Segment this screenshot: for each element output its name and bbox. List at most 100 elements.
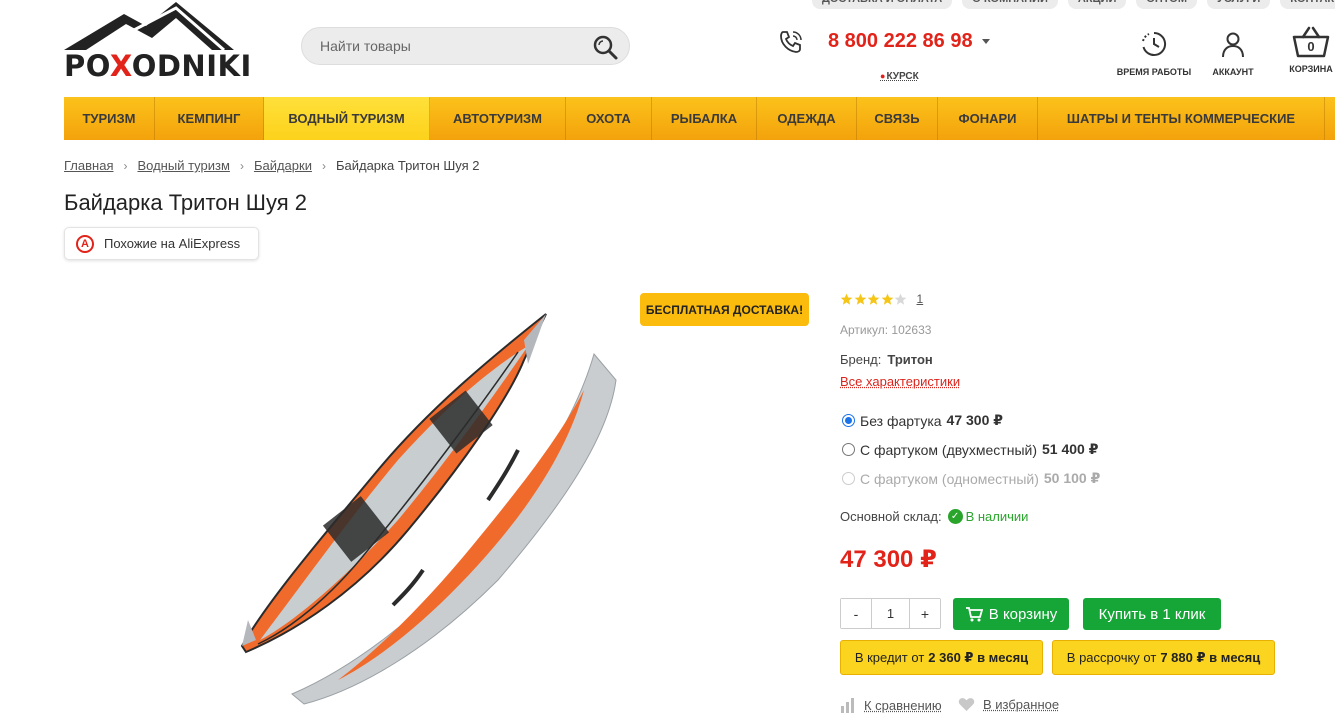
page-title: Байдарка Тритон Шуя 2	[64, 190, 307, 215]
star-empty-icon	[894, 293, 907, 305]
free-delivery-badge: БЕСПЛАТНАЯ ДОСТАВКА!	[640, 293, 809, 326]
heart-icon	[958, 698, 975, 711]
cart-label: КОРЗИНА	[1289, 64, 1333, 74]
favorite-label: В избранное	[983, 697, 1060, 712]
chevron-right-icon: ›	[239, 158, 244, 173]
aliexpress-icon: A	[76, 234, 94, 253]
account-label: АККАУНТ	[1212, 67, 1254, 77]
option-label: С фартуком (одноместный)	[860, 470, 1039, 487]
buy-one-click-button[interactable]: Купить в 1 клик	[1083, 598, 1221, 630]
work-hours-label: ВРЕМЯ РАБОТЫ	[1116, 67, 1192, 77]
qty-minus-button[interactable]: -	[841, 599, 871, 628]
installment-button[interactable]: В рассрочку от 7 880 ₽ в месяц	[1052, 640, 1275, 675]
check-circle-icon: ✓	[947, 509, 963, 524]
nav-item-water-tourism[interactable]: ВОДНЫЙ ТУРИЗМ	[264, 97, 430, 140]
city-selector[interactable]: ●КУРСК	[880, 71, 919, 82]
quantity-stepper: - +	[840, 598, 941, 629]
mountains-logo-icon	[64, 2, 234, 52]
compare-bars-icon	[841, 698, 854, 713]
product-price: 47 300 ₽	[840, 546, 937, 573]
qty-input[interactable]	[871, 599, 910, 628]
top-link-about[interactable]: О КОМПАНИИ	[962, 0, 1058, 9]
installment-label: В рассрочку от	[1066, 650, 1157, 665]
star-filled-icon	[881, 293, 893, 305]
aliexpress-similar-button[interactable]: A Похожие на AliExpress	[64, 227, 259, 260]
star-filled-icon	[854, 293, 866, 305]
breadcrumb-link-home[interactable]: Главная	[64, 158, 113, 173]
compare-label: К сравнению	[864, 697, 942, 713]
chevron-right-icon: ›	[123, 158, 128, 173]
aliexpress-label: Похожие на AliExpress	[104, 236, 241, 251]
credit-button[interactable]: В кредит от 2 360 ₽ в месяц	[840, 640, 1043, 675]
stock-status: Основной склад: ✓ В наличии	[840, 509, 1028, 524]
option-apron-single: С фартуком (одноместный) 50 100 ₽	[842, 470, 1100, 487]
option-price: 50 100 ₽	[1043, 470, 1101, 486]
option-label: Без фартука	[860, 412, 942, 429]
compare-link[interactable]: К сравнению	[840, 697, 942, 713]
search-input[interactable]	[320, 28, 580, 64]
radio-button[interactable]	[842, 414, 855, 427]
stock-value: В наличии	[965, 509, 1029, 524]
breadcrumb: Главная › Водный туризм › Байдарки › Бай…	[64, 158, 480, 173]
option-apron-double[interactable]: С фартуком (двухместный) 51 400 ₽	[842, 441, 1098, 458]
main-nav: ТУРИЗМ КЕМПИНГ ВОДНЫЙ ТУРИЗМ АВТОТУРИЗМ …	[64, 97, 1335, 140]
add-to-cart-button[interactable]: В корзину	[953, 598, 1069, 630]
nav-item-fishing[interactable]: РЫБАЛКА	[652, 97, 757, 140]
breadcrumb-link-water-tourism[interactable]: Водный туризм	[137, 158, 229, 173]
breadcrumb-link-kayaks[interactable]: Байдарки	[254, 158, 312, 173]
brand-label: Бренд:	[840, 352, 882, 367]
star-filled-icon	[840, 293, 853, 305]
search-icon[interactable]	[591, 33, 619, 61]
credit-label: В кредит от	[854, 650, 925, 665]
chevron-right-icon: ›	[321, 158, 326, 173]
search-box	[301, 27, 630, 65]
product-image[interactable]	[228, 300, 628, 720]
product-brand: Бренд: Тритон	[840, 352, 933, 367]
nav-item-hunting[interactable]: ОХОТА	[566, 97, 652, 140]
location-pin-icon: ●	[880, 71, 886, 81]
radio-button	[842, 472, 855, 485]
cart-count: 0	[1307, 39, 1315, 54]
brand-value: Тритон	[887, 352, 933, 367]
phone-icon	[780, 31, 802, 53]
logo-text: POXODNIKI	[64, 49, 252, 83]
rating-stars: 1	[840, 292, 923, 306]
option-price: 47 300 ₽	[946, 412, 1003, 428]
reviews-count-link[interactable]: 1	[917, 292, 924, 306]
star-filled-icon	[867, 293, 880, 305]
site-logo[interactable]: POXODNIKI	[64, 0, 259, 88]
favorite-link[interactable]: В избранное	[958, 697, 1059, 712]
account-link[interactable]: АККАУНТ	[1188, 30, 1278, 77]
nav-item-tourism[interactable]: ТУРИЗМ	[64, 97, 155, 140]
nav-item-tents-commercial[interactable]: ШАТРЫ И ТЕНТЫ КОММЕРЧЕСКИЕ	[1038, 97, 1325, 140]
nav-item-autotourism[interactable]: АВТОТУРИЗМ	[430, 97, 566, 140]
phone-number[interactable]: 8 800 222 86 98	[828, 30, 973, 53]
nav-item-flashlights[interactable]: ФОНАРИ	[938, 97, 1038, 140]
product-sku: Артикул: 102633	[840, 323, 932, 337]
top-link-delivery[interactable]: ДОСТАВКА И ОПЛАТА	[812, 0, 953, 9]
top-link-services[interactable]: УСЛУГИ	[1207, 0, 1271, 9]
radio-button[interactable]	[842, 443, 855, 456]
add-to-cart-label: В корзину	[988, 605, 1058, 623]
stock-label: Основной склад:	[840, 509, 942, 524]
top-links: ДОСТАВКА И ОПЛАТА О КОМПАНИИ АКЦИИ ОПТОМ…	[812, 0, 1335, 9]
work-hours-link[interactable]: ВРЕМЯ РАБОТЫ	[1109, 30, 1199, 77]
nav-item-camping[interactable]: КЕМПИНГ	[155, 97, 264, 140]
top-link-wholesale[interactable]: ОПТОМ	[1136, 0, 1198, 9]
nav-item-communication[interactable]: СВЯЗЬ	[857, 97, 938, 140]
nav-item-clothes[interactable]: ОДЕЖДА	[757, 97, 857, 140]
installment-value: 7 880 ₽ в месяц	[1160, 649, 1261, 665]
top-link-promo[interactable]: АКЦИИ	[1067, 0, 1127, 9]
credit-value: 2 360 ₽ в месяц	[928, 649, 1029, 665]
option-label: С фартуком (двухместный)	[860, 441, 1037, 458]
all-specs-link[interactable]: Все характеристики	[840, 374, 960, 389]
top-link-contacts[interactable]: КОНТАКТЫ	[1280, 0, 1335, 9]
cart-icon	[965, 607, 983, 622]
breadcrumb-current: Байдарка Тритон Шуя 2	[335, 158, 480, 173]
option-no-apron[interactable]: Без фартука 47 300 ₽	[842, 412, 1003, 429]
user-icon	[1222, 32, 1244, 58]
chevron-down-icon[interactable]	[982, 39, 990, 44]
clock-icon	[1142, 31, 1167, 56]
cart-link[interactable]: 0 КОРЗИНА	[1266, 26, 1335, 74]
qty-plus-button[interactable]: +	[910, 599, 940, 628]
